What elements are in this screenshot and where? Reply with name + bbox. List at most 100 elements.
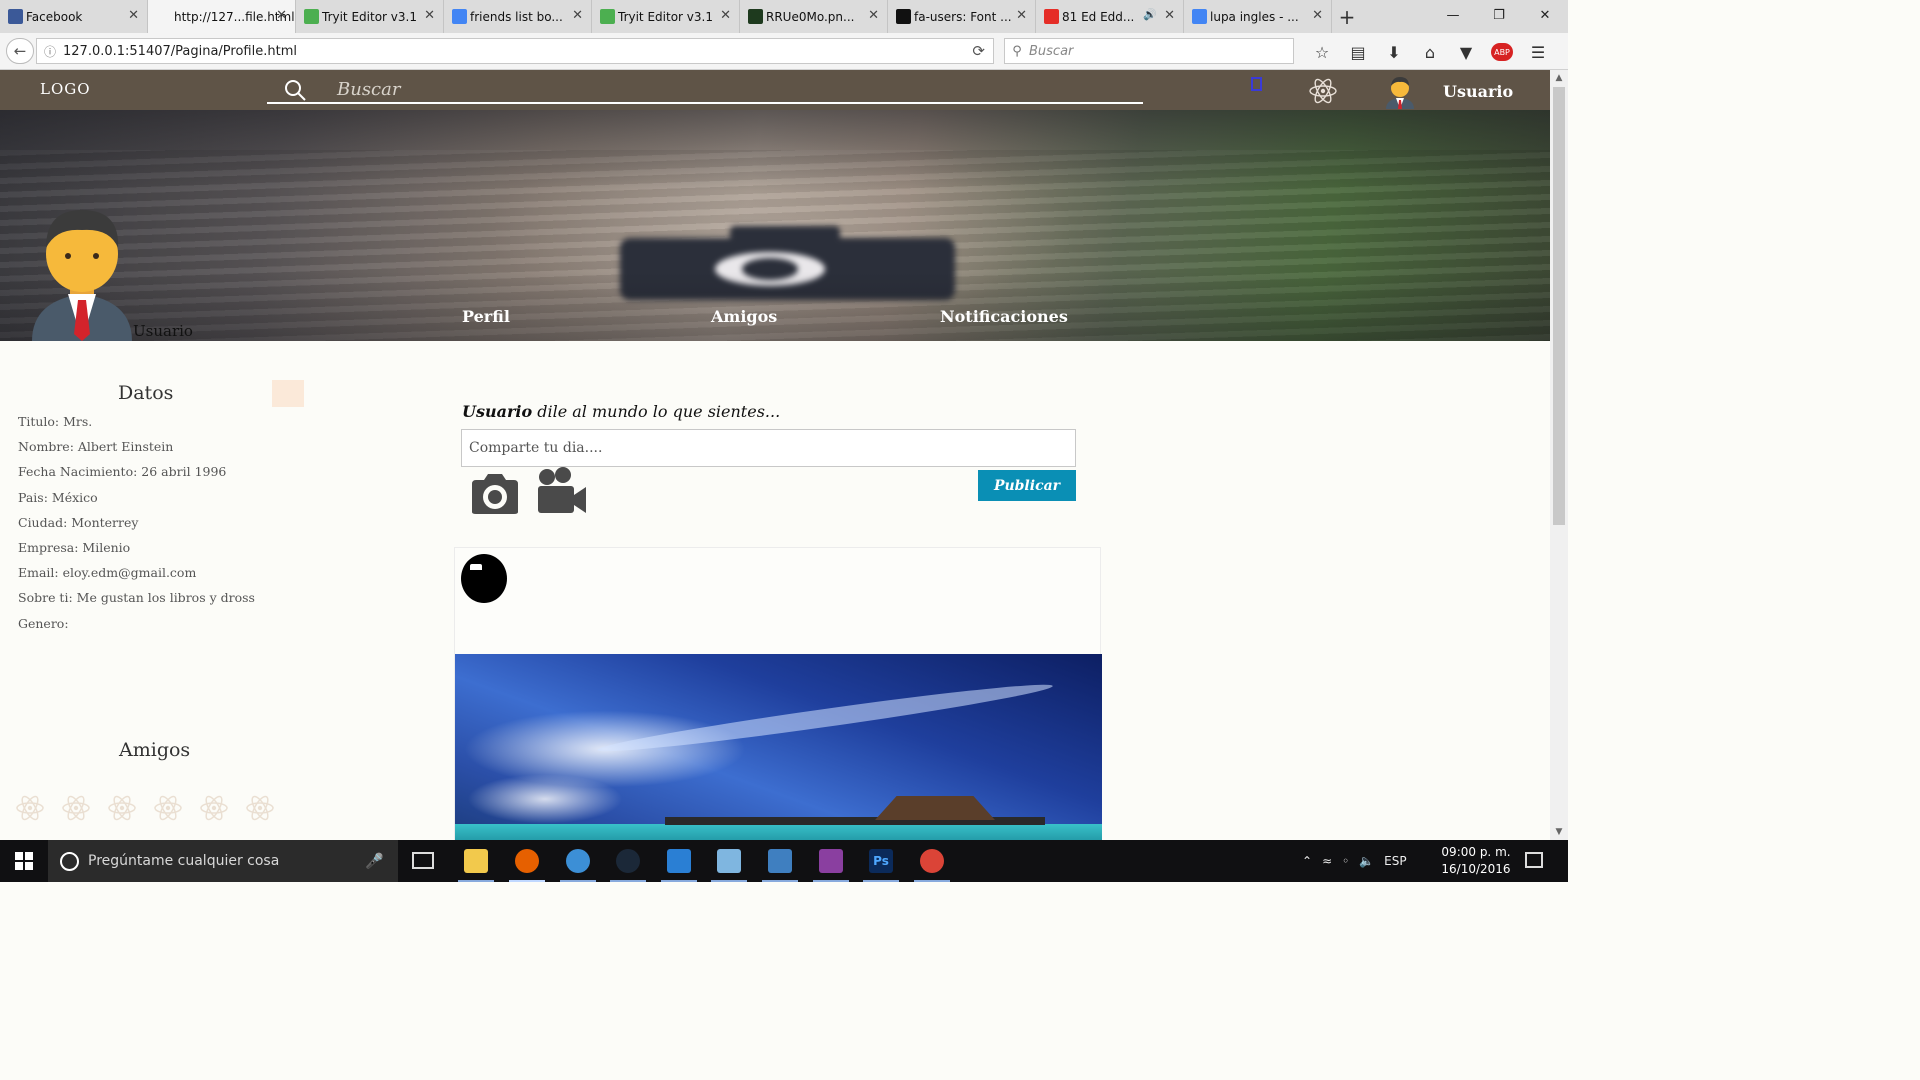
taskbar-firefox-icon[interactable]	[509, 846, 545, 882]
tab-favicon-icon	[8, 9, 23, 24]
url-bar[interactable]: ⓘ 127.0.0.1:51407/Pagina/Profile.html ⟳	[36, 38, 994, 64]
taskbar-paint-app-icon[interactable]	[711, 846, 747, 882]
window-controls: — ❐ ✕	[1430, 0, 1568, 30]
browser-tab[interactable]: lupa ingles - ... ✕	[1184, 0, 1332, 33]
datos-field: Pais: México	[18, 489, 98, 505]
close-tab-icon[interactable]: ✕	[720, 8, 731, 23]
browser-search-placeholder: Buscar	[1029, 43, 1074, 59]
cortana-search[interactable]: Pregúntame cualquier cosa 🎤	[48, 840, 398, 882]
site-search-bar[interactable]: Buscar	[267, 75, 1143, 104]
edit-datos-button[interactable]	[272, 380, 304, 407]
friends-list	[14, 792, 276, 824]
friend-atom-icon[interactable]	[14, 792, 46, 824]
running-indicator	[610, 880, 646, 882]
bookmark-icon[interactable]	[1251, 77, 1262, 91]
browser-search-box[interactable]: ⚲ Buscar	[1004, 38, 1294, 64]
microphone-icon[interactable]: 🎤	[365, 852, 384, 870]
tab-favicon-icon	[748, 9, 763, 24]
cortana-icon	[60, 851, 79, 871]
taskbar-app-window-icon[interactable]	[661, 846, 697, 882]
taskbar-photoshop-icon[interactable]: Ps	[863, 846, 899, 882]
nav-amigos[interactable]: Amigos	[711, 307, 777, 326]
taskbar-winrar-icon[interactable]	[813, 846, 849, 882]
post-input[interactable]	[461, 429, 1076, 467]
atom-icon[interactable]	[1307, 75, 1339, 107]
search-icon: ⚲	[1012, 43, 1022, 59]
reading-list-icon[interactable]: ▤	[1340, 41, 1376, 63]
network-icon[interactable]: ≈	[1322, 854, 1332, 868]
post-author-avatar[interactable]	[461, 554, 507, 603]
browser-tab[interactable]: http://127...file.html ✕	[148, 0, 296, 33]
language-indicator[interactable]: ESP	[1384, 854, 1406, 868]
back-button[interactable]: ←	[6, 38, 34, 64]
tab-favicon-icon	[452, 9, 467, 24]
start-button[interactable]	[0, 840, 48, 882]
wifi-icon[interactable]: ◦	[1342, 854, 1349, 868]
globe-app-glyph	[566, 849, 590, 873]
clock[interactable]: 09:00 p. m. 16/10/2016	[1440, 844, 1512, 878]
close-tab-icon[interactable]: ✕	[1164, 8, 1175, 23]
show-hidden-icons[interactable]: ⌃	[1302, 854, 1312, 868]
running-indicator	[560, 880, 596, 882]
browser-tab[interactable]: Tryit Editor v3.1 ✕	[592, 0, 740, 33]
volume-icon[interactable]: 🔈	[1359, 854, 1374, 868]
reload-icon[interactable]: ⟳	[972, 42, 985, 60]
user-avatar-icon[interactable]	[1383, 73, 1417, 109]
menu-icon[interactable]: ☰	[1520, 41, 1556, 63]
task-view-icon[interactable]	[412, 852, 434, 869]
pocket-icon[interactable]: ▼	[1448, 41, 1484, 63]
site-logo[interactable]: LOGO	[40, 80, 91, 98]
scroll-up-icon[interactable]: ▲	[1550, 70, 1568, 86]
close-tab-icon[interactable]: ✕	[128, 8, 139, 23]
profile-avatar-icon[interactable]	[30, 206, 134, 341]
new-tab-button[interactable]: +	[1332, 0, 1362, 33]
scroll-down-icon[interactable]: ▼	[1550, 824, 1568, 840]
restore-button[interactable]: ❐	[1476, 0, 1522, 30]
close-tab-icon[interactable]: ✕	[1016, 8, 1027, 23]
action-center-icon[interactable]	[1525, 852, 1543, 868]
tab-title: fa-users: Font ...	[914, 9, 1012, 24]
friend-atom-icon[interactable]	[106, 792, 138, 824]
browser-tab[interactable]: fa-users: Font ... ✕	[888, 0, 1036, 33]
tab-favicon-icon	[896, 9, 911, 24]
close-tab-icon[interactable]: ✕	[276, 8, 287, 23]
browser-tab[interactable]: friends list bo... ✕	[444, 0, 592, 33]
taskbar-monitor-app-icon[interactable]	[762, 846, 798, 882]
friend-atom-icon[interactable]	[60, 792, 92, 824]
taskbar-steam-icon[interactable]	[610, 846, 646, 882]
page-scrollbar[interactable]: ▲ ▼	[1550, 70, 1568, 840]
friend-atom-icon[interactable]	[198, 792, 230, 824]
download-icon[interactable]: ⬇	[1376, 41, 1412, 63]
camera-icon[interactable]	[468, 472, 522, 516]
home-icon[interactable]: ⌂	[1412, 41, 1448, 63]
profile-name: Usuario	[133, 322, 193, 340]
friend-atom-icon[interactable]	[244, 792, 276, 824]
bookmark-star-icon[interactable]: ☆	[1304, 41, 1340, 63]
browser-tab-bar: Facebook ✕ http://127...file.html ✕ Tryit Ed…	[0, 0, 1568, 33]
browser-tab[interactable]: RRUe0Mo.pn... ✕	[740, 0, 888, 33]
publish-button[interactable]: Publicar	[978, 470, 1076, 501]
header-user-name[interactable]: Usuario	[1443, 82, 1513, 101]
browser-tab[interactable]: Facebook ✕	[0, 0, 148, 33]
close-tab-icon[interactable]: ✕	[572, 8, 583, 23]
close-tab-icon[interactable]: ✕	[424, 8, 435, 23]
browser-tab[interactable]: Tryit Editor v3.1 ✕	[296, 0, 444, 33]
close-tab-icon[interactable]: ✕	[1312, 8, 1323, 23]
browser-tab[interactable]: 81 Ed Edd... 🔊 ✕	[1036, 0, 1184, 33]
minimize-button[interactable]: —	[1430, 0, 1476, 30]
nav-perfil[interactable]: Perfil	[462, 307, 510, 326]
taskbar-globe-app-icon[interactable]	[560, 846, 596, 882]
post-image[interactable]	[455, 654, 1102, 840]
site-info-icon[interactable]: ⓘ	[37, 43, 63, 60]
audio-playing-icon[interactable]: 🔊	[1143, 8, 1157, 21]
scroll-thumb[interactable]	[1553, 87, 1565, 525]
close-window-button[interactable]: ✕	[1522, 0, 1568, 30]
taskbar-file-explorer-icon[interactable]	[458, 846, 494, 882]
friend-atom-icon[interactable]	[152, 792, 184, 824]
adblock-icon[interactable]: ABP	[1491, 43, 1513, 61]
taskbar-chrome-icon[interactable]	[914, 846, 950, 882]
close-tab-icon[interactable]: ✕	[868, 8, 879, 23]
windows-logo-icon	[15, 852, 33, 870]
nav-notificaciones[interactable]: Notificaciones	[940, 307, 1068, 326]
video-camera-icon[interactable]	[536, 467, 588, 515]
